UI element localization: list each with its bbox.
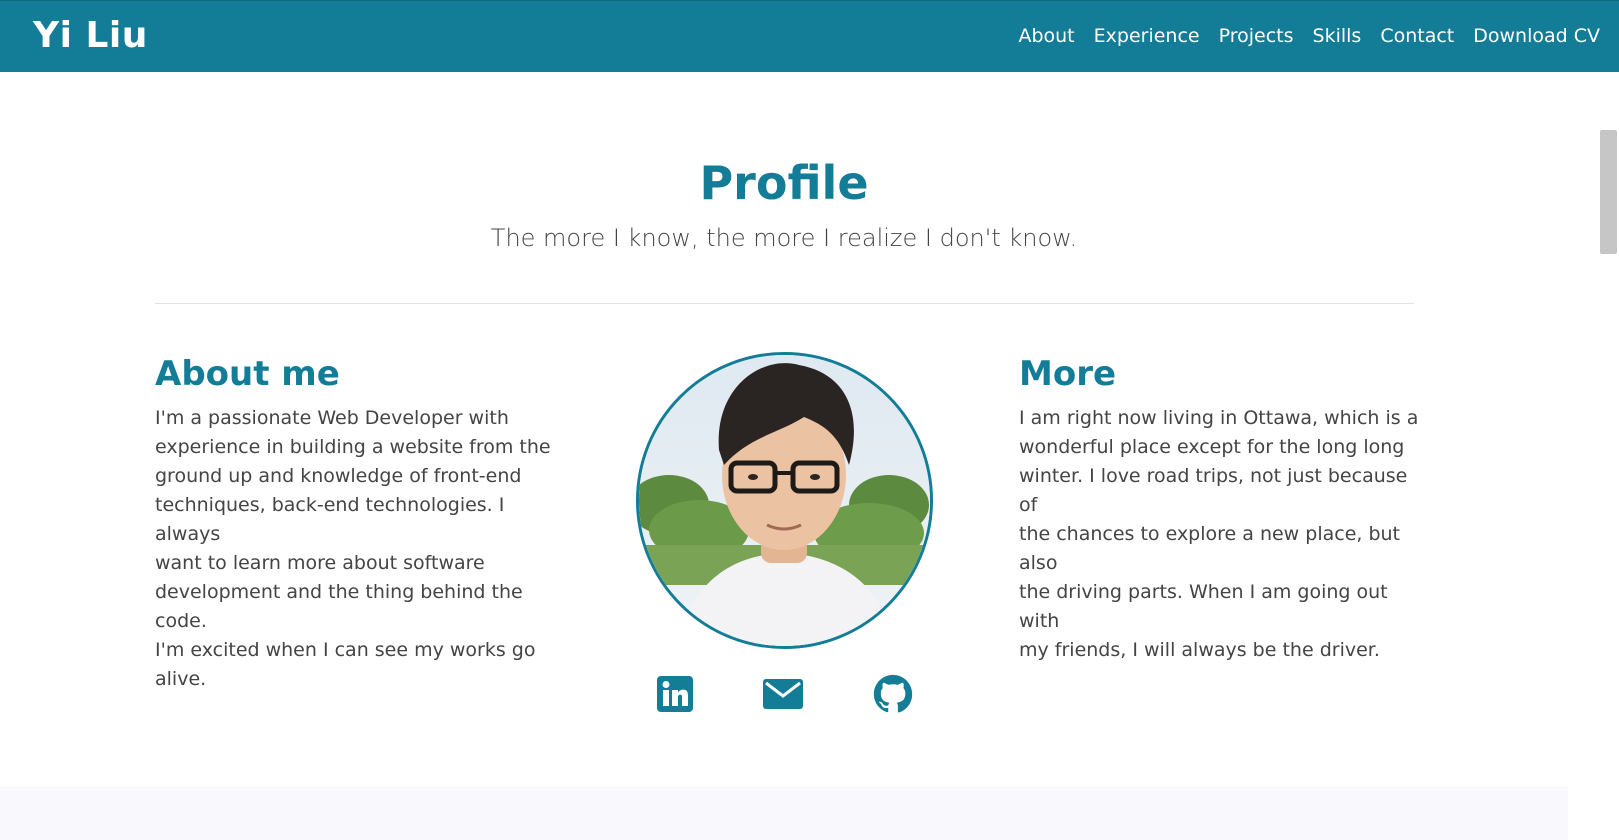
more-text: I am right now living in Ottawa, which i… bbox=[1019, 404, 1419, 665]
top-navbar: Yi Liu About Experience Projects Skills … bbox=[0, 0, 1619, 72]
more-line: winter. I love road trips, not just beca… bbox=[1019, 465, 1408, 516]
nav-about[interactable]: About bbox=[1018, 25, 1074, 47]
next-section-band bbox=[0, 786, 1568, 840]
nav-projects[interactable]: Projects bbox=[1219, 25, 1294, 47]
about-line: techniques, back-end technologies. I alw… bbox=[155, 494, 505, 545]
profile-avatar bbox=[636, 352, 933, 649]
about-line: development and the thing behind the cod… bbox=[155, 581, 523, 632]
more-line: wonderful place except for the long long bbox=[1019, 436, 1405, 458]
profile-title: Profile bbox=[699, 156, 869, 210]
about-line: ground up and knowledge of front-end bbox=[155, 465, 522, 487]
profile-subtitle: The more I know, the more I realize I do… bbox=[490, 224, 1078, 252]
about-line: I'm excited when I can see my works go a… bbox=[155, 639, 536, 690]
more-heading: More bbox=[1019, 354, 1117, 394]
about-line: want to learn more about software bbox=[155, 552, 485, 574]
more-line: I am right now living in Ottawa, which i… bbox=[1019, 407, 1419, 429]
scrollbar-thumb[interactable] bbox=[1600, 130, 1617, 254]
about-line: I'm a passionate Web Developer with bbox=[155, 407, 509, 429]
brand-logo[interactable]: Yi Liu bbox=[33, 15, 148, 56]
more-line: my friends, I will always be the driver. bbox=[1019, 639, 1380, 661]
email-icon[interactable] bbox=[761, 672, 805, 716]
about-heading: About me bbox=[155, 354, 340, 394]
nav-download-cv[interactable]: Download CV bbox=[1473, 25, 1600, 47]
about-text: I'm a passionate Web Developer with expe… bbox=[155, 404, 575, 694]
nav-skills[interactable]: Skills bbox=[1313, 25, 1362, 47]
avatar-photo bbox=[639, 355, 930, 646]
linkedin-icon[interactable] bbox=[653, 672, 697, 716]
about-line: experience in building a website from th… bbox=[155, 436, 551, 458]
nav-experience[interactable]: Experience bbox=[1094, 25, 1200, 47]
nav-contact[interactable]: Contact bbox=[1380, 25, 1454, 47]
github-icon[interactable] bbox=[871, 672, 915, 716]
section-divider bbox=[155, 303, 1414, 304]
more-line: the chances to explore a new place, but … bbox=[1019, 523, 1401, 574]
nav-links: About Experience Projects Skills Contact… bbox=[1018, 25, 1600, 47]
more-line: the driving parts. When I am going out w… bbox=[1019, 581, 1388, 632]
